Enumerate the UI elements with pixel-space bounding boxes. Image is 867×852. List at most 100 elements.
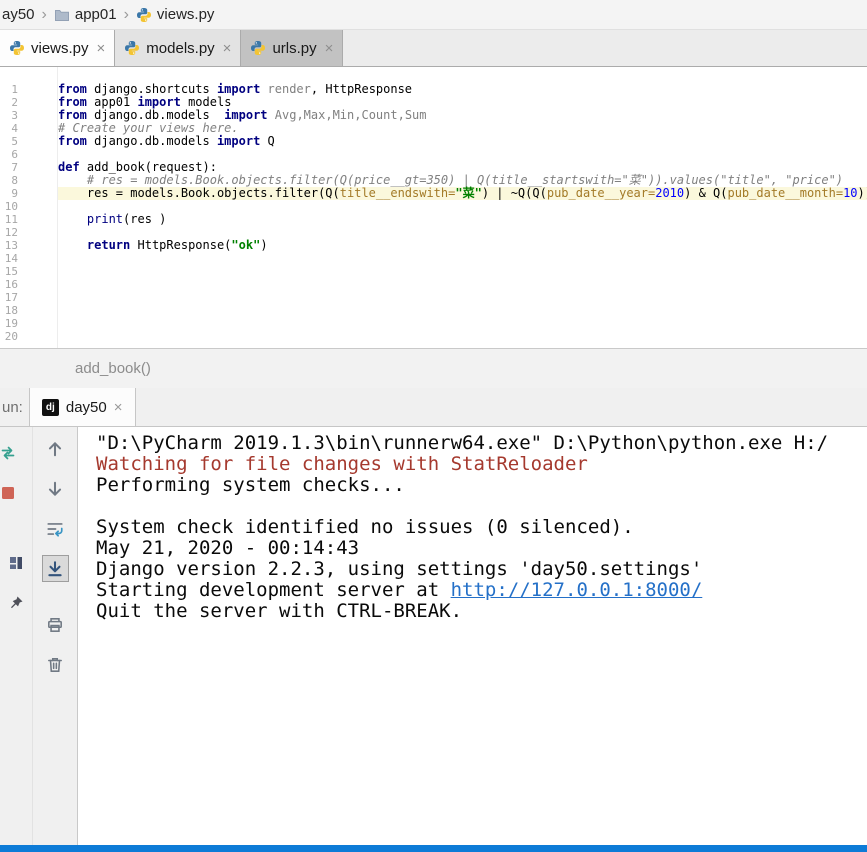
editor-tab-views-py[interactable]: views.py × xyxy=(0,30,115,66)
trash-button[interactable] xyxy=(42,651,69,678)
tab-label: urls.py xyxy=(272,40,316,57)
code-line: from django.db.models import Q xyxy=(58,135,867,148)
code-line: res = models.Book.objects.filter(Q(title… xyxy=(58,187,867,200)
breadcrumb-item[interactable]: app01 xyxy=(54,6,117,23)
console-line: Performing system checks... xyxy=(96,475,867,496)
line-number: 3 xyxy=(0,109,18,122)
console-line xyxy=(96,496,867,517)
soft-wrap-button[interactable] xyxy=(42,515,69,542)
close-icon[interactable]: × xyxy=(325,40,334,57)
code-line xyxy=(58,265,867,278)
printer-icon xyxy=(46,616,64,634)
down-arrow-button[interactable] xyxy=(42,475,69,502)
close-icon[interactable]: × xyxy=(223,40,232,57)
breadcrumb-label: ay50 xyxy=(2,6,35,23)
printer-button[interactable] xyxy=(42,611,69,638)
tab-label: models.py xyxy=(146,40,214,57)
console-link[interactable]: http://127.0.0.1:8000/ xyxy=(451,579,703,601)
line-number: 10 xyxy=(0,200,18,213)
code-area[interactable]: from django.shortcuts import render, Htt… xyxy=(58,67,867,348)
line-number: 5 xyxy=(0,135,18,148)
line-number: 4 xyxy=(0,122,18,135)
scroll-end-icon xyxy=(46,560,64,578)
line-number: 6 xyxy=(0,148,18,161)
console-text: Django version 2.2.3, using settings 'da… xyxy=(96,558,702,580)
line-number: 17 xyxy=(0,291,18,304)
console-text: Quit the server with CTRL-BREAK. xyxy=(96,600,462,622)
grid-windows-icon xyxy=(8,555,24,571)
python-icon xyxy=(9,40,25,56)
console-line: "D:\PyCharm 2019.1.3\bin\runnerw64.exe" … xyxy=(96,433,867,454)
console-line: May 21, 2020 - 00:14:43 xyxy=(96,538,867,559)
line-number: 2 xyxy=(0,96,18,109)
folder-icon xyxy=(54,7,70,23)
console-output[interactable]: "D:\PyCharm 2019.1.3\bin\runnerw64.exe" … xyxy=(78,427,867,845)
python-icon xyxy=(136,7,152,23)
editor-tab-bar: views.py × models.py × urls.py × xyxy=(0,30,867,67)
trash-icon xyxy=(46,656,64,674)
breadcrumb-item[interactable]: ay50 xyxy=(2,6,35,23)
tool-stripe xyxy=(0,427,33,845)
console-text: System check identified no issues (0 sil… xyxy=(96,516,634,538)
gutter[interactable]: 1234567891011121314151617181920 xyxy=(0,67,18,348)
fold-strip xyxy=(18,67,58,348)
run-panel-title: un: xyxy=(2,399,23,416)
taskbar-edge xyxy=(0,845,867,852)
python-icon xyxy=(250,40,266,56)
line-number: 7 xyxy=(0,161,18,174)
run-tab-day50[interactable]: dj day50 × xyxy=(29,388,136,426)
console-line: System check identified no issues (0 sil… xyxy=(96,517,867,538)
pycharm-window: ay50›app01›views.py views.py×models.py×u… xyxy=(0,0,867,852)
run-tab-label: day50 xyxy=(66,399,107,416)
stop-button[interactable] xyxy=(0,479,22,506)
code-line xyxy=(58,278,867,291)
editor-tab-models-py[interactable]: models.py × xyxy=(115,30,241,66)
console-line: Django version 2.2.3, using settings 'da… xyxy=(96,559,867,580)
console-line: Starting development server at http://12… xyxy=(96,580,867,601)
scroll-end-button[interactable] xyxy=(42,555,69,582)
pin-button[interactable] xyxy=(3,589,30,616)
console-text: Watching for file changes with StatReloa… xyxy=(96,453,588,475)
line-number: 9 xyxy=(0,187,18,200)
code-line xyxy=(58,252,867,265)
breadcrumb-label: app01 xyxy=(75,6,117,23)
editor[interactable]: 1234567891011121314151617181920 from dja… xyxy=(0,67,867,348)
breadcrumb: ay50›app01›views.py xyxy=(0,0,867,30)
up-arrow-button[interactable] xyxy=(42,435,69,462)
line-number: 15 xyxy=(0,265,18,278)
tab-label: views.py xyxy=(31,40,89,57)
python-icon xyxy=(124,40,140,56)
code-line xyxy=(58,200,867,213)
code-line: print(res ) xyxy=(58,213,867,226)
editor-tab-urls-py[interactable]: urls.py × xyxy=(241,30,343,66)
line-number: 18 xyxy=(0,304,18,317)
line-number: 11 xyxy=(0,213,18,226)
line-number: 13 xyxy=(0,239,18,252)
console-toolbar xyxy=(33,427,78,845)
soft-wrap-icon xyxy=(46,520,64,538)
line-number: 1 xyxy=(0,83,18,96)
breadcrumb-separator-icon: › xyxy=(124,6,129,24)
stop-icon xyxy=(0,485,16,501)
console-area: "D:\PyCharm 2019.1.3\bin\runnerw64.exe" … xyxy=(0,427,867,845)
context-function-label: add_book() xyxy=(75,360,151,377)
line-number: 19 xyxy=(0,317,18,330)
code-line: return HttpResponse("ok") xyxy=(58,239,867,252)
close-icon[interactable]: × xyxy=(97,40,106,57)
console-line: Quit the server with CTRL-BREAK. xyxy=(96,601,867,622)
console-text: "D:\PyCharm 2019.1.3\bin\runnerw64.exe" … xyxy=(96,432,828,454)
code-line xyxy=(58,317,867,330)
breadcrumb-item[interactable]: views.py xyxy=(136,6,215,23)
grid-windows-button[interactable] xyxy=(3,549,30,576)
rerun-button[interactable] xyxy=(0,439,22,466)
code-line xyxy=(58,291,867,304)
context-bar: add_book() xyxy=(0,348,867,388)
code-line xyxy=(58,304,867,317)
console-text: May 21, 2020 - 00:14:43 xyxy=(96,537,359,559)
rerun-icon xyxy=(0,445,16,461)
close-icon[interactable]: × xyxy=(114,399,123,416)
line-number: 20 xyxy=(0,330,18,343)
line-number: 14 xyxy=(0,252,18,265)
console-line: Watching for file changes with StatReloa… xyxy=(96,454,867,475)
line-number: 12 xyxy=(0,226,18,239)
